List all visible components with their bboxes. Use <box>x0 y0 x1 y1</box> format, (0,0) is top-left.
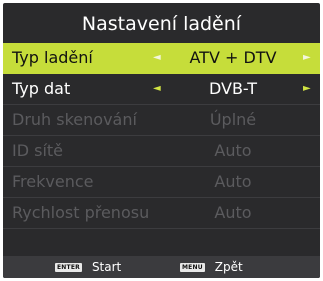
menu-row-tuning-type[interactable]: Typ ladění ◄ ATV + DTV ► <box>3 43 320 74</box>
menu-row-frequency: Frekvence Auto <box>3 167 320 198</box>
menu-row-empty <box>3 229 320 259</box>
row-label: Frekvence <box>12 172 94 191</box>
row-label: Druh skenování <box>12 110 137 129</box>
row-value: ATV + DTV <box>189 48 277 67</box>
right-arrow-icon[interactable]: ► <box>303 74 311 104</box>
row-label: Typ ladění <box>12 48 93 67</box>
tuning-settings-menu: Nastavení ladění Typ ladění ◄ ATV + DTV … <box>3 3 320 278</box>
row-value: Auto <box>214 203 252 222</box>
row-label: Rychlost přenosu <box>12 203 150 222</box>
menu-row-symbol-rate: Rychlost přenosu Auto <box>3 198 320 229</box>
menu-row-data-type[interactable]: Typ dat ◄ DVB-T ► <box>3 74 320 105</box>
right-arrow-icon[interactable]: ► <box>303 43 311 73</box>
menu-row-scan-type: Druh skenování Úplné <box>3 105 320 136</box>
menu-key-icon: MENU <box>180 262 205 272</box>
footer-back-hint[interactable]: MENU Zpět <box>180 256 243 278</box>
back-label: Zpět <box>214 260 243 274</box>
left-arrow-icon[interactable]: ◄ <box>153 74 161 104</box>
enter-key-icon: ENTER <box>55 262 82 272</box>
left-arrow-icon[interactable]: ◄ <box>153 43 161 73</box>
menu-row-network-id: ID sítě Auto <box>3 136 320 167</box>
row-label: Typ dat <box>12 79 71 98</box>
row-value: Auto <box>214 141 252 160</box>
menu-title: Nastavení ladění <box>81 13 242 35</box>
row-value: Auto <box>214 172 252 191</box>
row-value: DVB-T <box>208 79 258 98</box>
row-label: ID sítě <box>12 141 64 160</box>
menu-footer: ENTER Start MENU Zpět <box>3 256 320 278</box>
footer-start-hint[interactable]: ENTER Start <box>55 256 121 278</box>
row-value: Úplné <box>209 110 257 129</box>
start-label: Start <box>91 260 122 274</box>
